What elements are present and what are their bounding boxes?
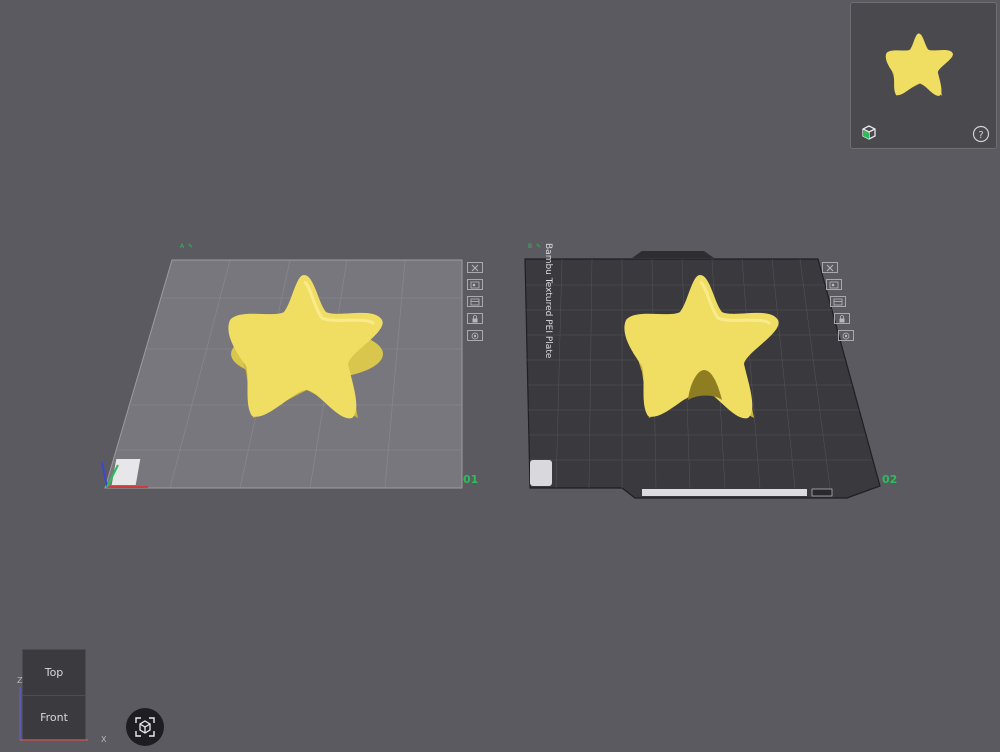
axis-z-label: Z (17, 676, 23, 685)
plate-1-label: A ✎ (180, 243, 195, 250)
axis-indicator (19, 687, 88, 741)
plate-2-number: 02 (882, 473, 898, 486)
fit-view-button[interactable] (126, 708, 164, 746)
cube-icon[interactable] (860, 124, 878, 142)
layout-icon[interactable] (830, 296, 846, 307)
model-preview-panel[interactable]: ? (850, 2, 997, 149)
settings-icon[interactable] (838, 330, 854, 341)
star-model-1[interactable] (222, 272, 392, 432)
preview-star (885, 33, 953, 96)
close-icon[interactable] (467, 262, 483, 273)
axis-x-label: X (101, 735, 107, 744)
plate-2-toolbar (822, 262, 854, 347)
layout-icon[interactable] (467, 296, 483, 307)
plate-1-number: 01 (463, 473, 479, 486)
svg-text:?: ? (978, 130, 983, 141)
close-icon[interactable] (822, 262, 838, 273)
fit-view-icon (135, 717, 155, 737)
star-model-2[interactable] (618, 272, 788, 428)
arrange-icon[interactable] (467, 279, 483, 290)
help-icon[interactable]: ? (972, 125, 990, 143)
settings-icon[interactable] (467, 330, 483, 341)
lock-icon[interactable] (834, 313, 850, 324)
bed-name: Bambu Textured PEI Plate (543, 243, 553, 359)
plate-2-label: B ✎ (528, 243, 543, 250)
lock-icon[interactable] (467, 313, 483, 324)
plate-1-toolbar (467, 262, 487, 347)
arrange-icon[interactable] (826, 279, 842, 290)
